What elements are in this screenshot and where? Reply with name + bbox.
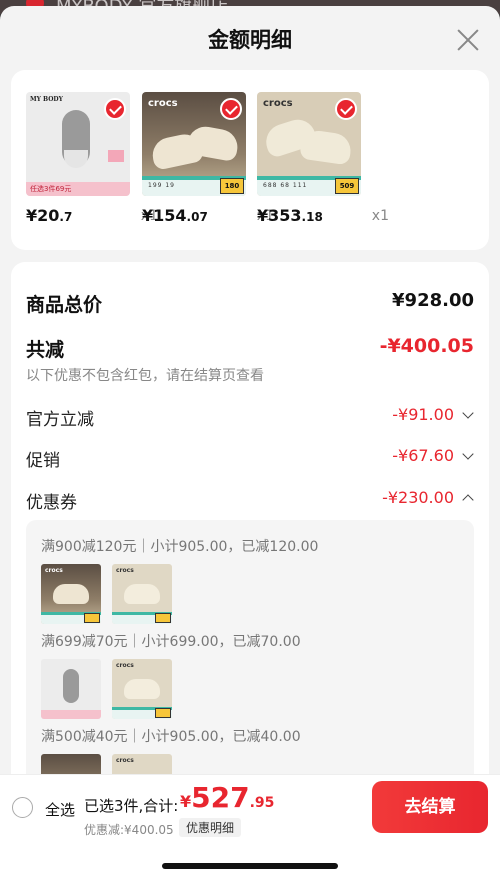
product-qty: x1	[371, 208, 389, 224]
select-all-label[interactable]: 全选	[45, 799, 75, 820]
discount-summary: 优惠减:¥400.05	[84, 823, 174, 837]
promo-row[interactable]: 促销 -¥67.60	[26, 446, 474, 471]
shoe-image	[299, 128, 353, 166]
price-dec: .7	[59, 210, 73, 224]
coupon-line: 满500减40元｜小计905.00，已减40.00	[41, 729, 301, 745]
close-icon[interactable]	[456, 28, 480, 52]
total-amount: ¥527.95	[180, 781, 274, 814]
total-int: 527	[191, 781, 250, 814]
price-row: ¥20.7 x1	[26, 206, 158, 228]
coupon-line: 满900减120元｜小计905.00，已减120.00	[41, 539, 319, 555]
mini-price-box	[155, 708, 171, 718]
reduce-value: -¥400.05	[379, 335, 474, 357]
reduce-row: 共减 -¥400.05	[26, 335, 474, 361]
product-price: ¥353.18	[257, 206, 323, 225]
total-value: ¥928.00	[392, 290, 474, 311]
sock-toe	[64, 150, 88, 168]
mini-pink-bar	[41, 710, 101, 719]
selected-check-icon[interactable]	[104, 98, 126, 120]
selected-count-text: 已选3件,合计:	[84, 797, 179, 815]
promo-bar: 任选3件69元	[26, 182, 130, 196]
selected-check-icon[interactable]	[220, 98, 242, 120]
product-brand: crocs	[148, 98, 178, 109]
price-int: ¥353	[257, 206, 302, 225]
coupon-label: 优惠券	[26, 493, 77, 513]
mini-shoe	[124, 679, 160, 699]
reduce-label: 共减	[26, 339, 65, 361]
product-thumbnail[interactable]: crocs 688 68 111 509	[257, 92, 361, 196]
mini-thumbnail: crocs	[112, 564, 172, 624]
coupon-row[interactable]: 优惠券 -¥230.00	[26, 488, 474, 513]
mini-shoe	[53, 584, 89, 604]
promo-value: -¥67.60	[392, 446, 454, 465]
product-brand: MY BODY	[30, 96, 63, 103]
price-int: ¥20	[26, 206, 60, 225]
mini-sock	[63, 669, 79, 703]
checkout-button[interactable]: 去结算	[372, 781, 488, 833]
price-int: ¥154	[142, 206, 187, 225]
sheet-header: 金额明细	[0, 6, 500, 68]
mini-thumbnail: crocs	[112, 659, 172, 719]
product-price: ¥154.07	[142, 206, 208, 225]
discount-note: 以下优惠不包含红包，请在结算页查看	[26, 368, 264, 384]
mini-brand: crocs	[116, 662, 134, 669]
thumb-price: 509	[335, 178, 359, 194]
product-item[interactable]: crocs 688 68 111 509 ¥353.18 x1	[257, 92, 389, 225]
selected-check-icon[interactable]	[335, 98, 357, 120]
product-price: ¥20.7	[26, 206, 72, 225]
coupon-value: -¥230.00	[382, 488, 454, 507]
total-yen: ¥	[180, 792, 192, 811]
discount-detail-button[interactable]: 优惠明细	[179, 818, 242, 837]
mini-brand: crocs	[116, 757, 134, 764]
total-label: 商品总价	[26, 294, 103, 316]
official-label: 官方立减	[26, 410, 94, 430]
product-item[interactable]: crocs 199 19 180 ¥154.07 x1	[142, 92, 274, 225]
coupon-detail-box: 满900减120元｜小计905.00，已减120.00 crocs crocs …	[26, 520, 474, 790]
mini-price-box	[155, 613, 171, 623]
promo-text: 任选3件69元	[30, 185, 72, 193]
total-row: 商品总价 ¥928.00	[26, 290, 474, 316]
mini-thumbnail	[41, 659, 101, 719]
thumb-price: 180	[220, 178, 244, 194]
price-dec: .18	[301, 210, 323, 224]
thumb-numbers: 688 68 111	[263, 182, 308, 189]
price-row: ¥154.07 x1	[142, 206, 274, 228]
product-thumbnail[interactable]: MY BODY 任选3件69元	[26, 92, 130, 196]
product-item[interactable]: MY BODY 任选3件69元 ¥20.7 x1	[26, 92, 158, 225]
price-row: ¥353.18 x1	[257, 206, 389, 228]
select-all-radio[interactable]	[12, 797, 33, 818]
product-thumbnail[interactable]: crocs 199 19 180	[142, 92, 246, 196]
official-value: -¥91.00	[392, 405, 454, 424]
promo-label: 促销	[26, 451, 60, 471]
mini-brand: crocs	[45, 567, 63, 574]
mini-shoe	[124, 584, 160, 604]
mini-price-box	[84, 613, 100, 623]
product-tag	[108, 150, 124, 162]
price-dec: .07	[186, 210, 208, 224]
coupon-line: 满699减70元｜小计699.00，已减70.00	[41, 634, 301, 650]
product-brand: crocs	[263, 98, 293, 109]
home-indicator	[162, 863, 338, 869]
thumb-numbers: 199 19	[148, 182, 175, 189]
checkout-footer: 全选 已选3件,合计: ¥527.95 优惠减:¥400.05 优惠明细 去结算	[0, 774, 500, 874]
mini-thumbnail: crocs	[41, 564, 101, 624]
amount-detail-sheet: 金额明细 MY BODY 任选3件69元 ¥20.7 x1 crocs 199 …	[0, 6, 500, 874]
products-card: MY BODY 任选3件69元 ¥20.7 x1 crocs 199 19 18…	[11, 70, 489, 250]
mini-brand: crocs	[116, 567, 134, 574]
total-dec: .95	[249, 795, 275, 811]
sheet-title: 金额明细	[208, 28, 292, 52]
official-row[interactable]: 官方立减 -¥91.00	[26, 405, 474, 430]
